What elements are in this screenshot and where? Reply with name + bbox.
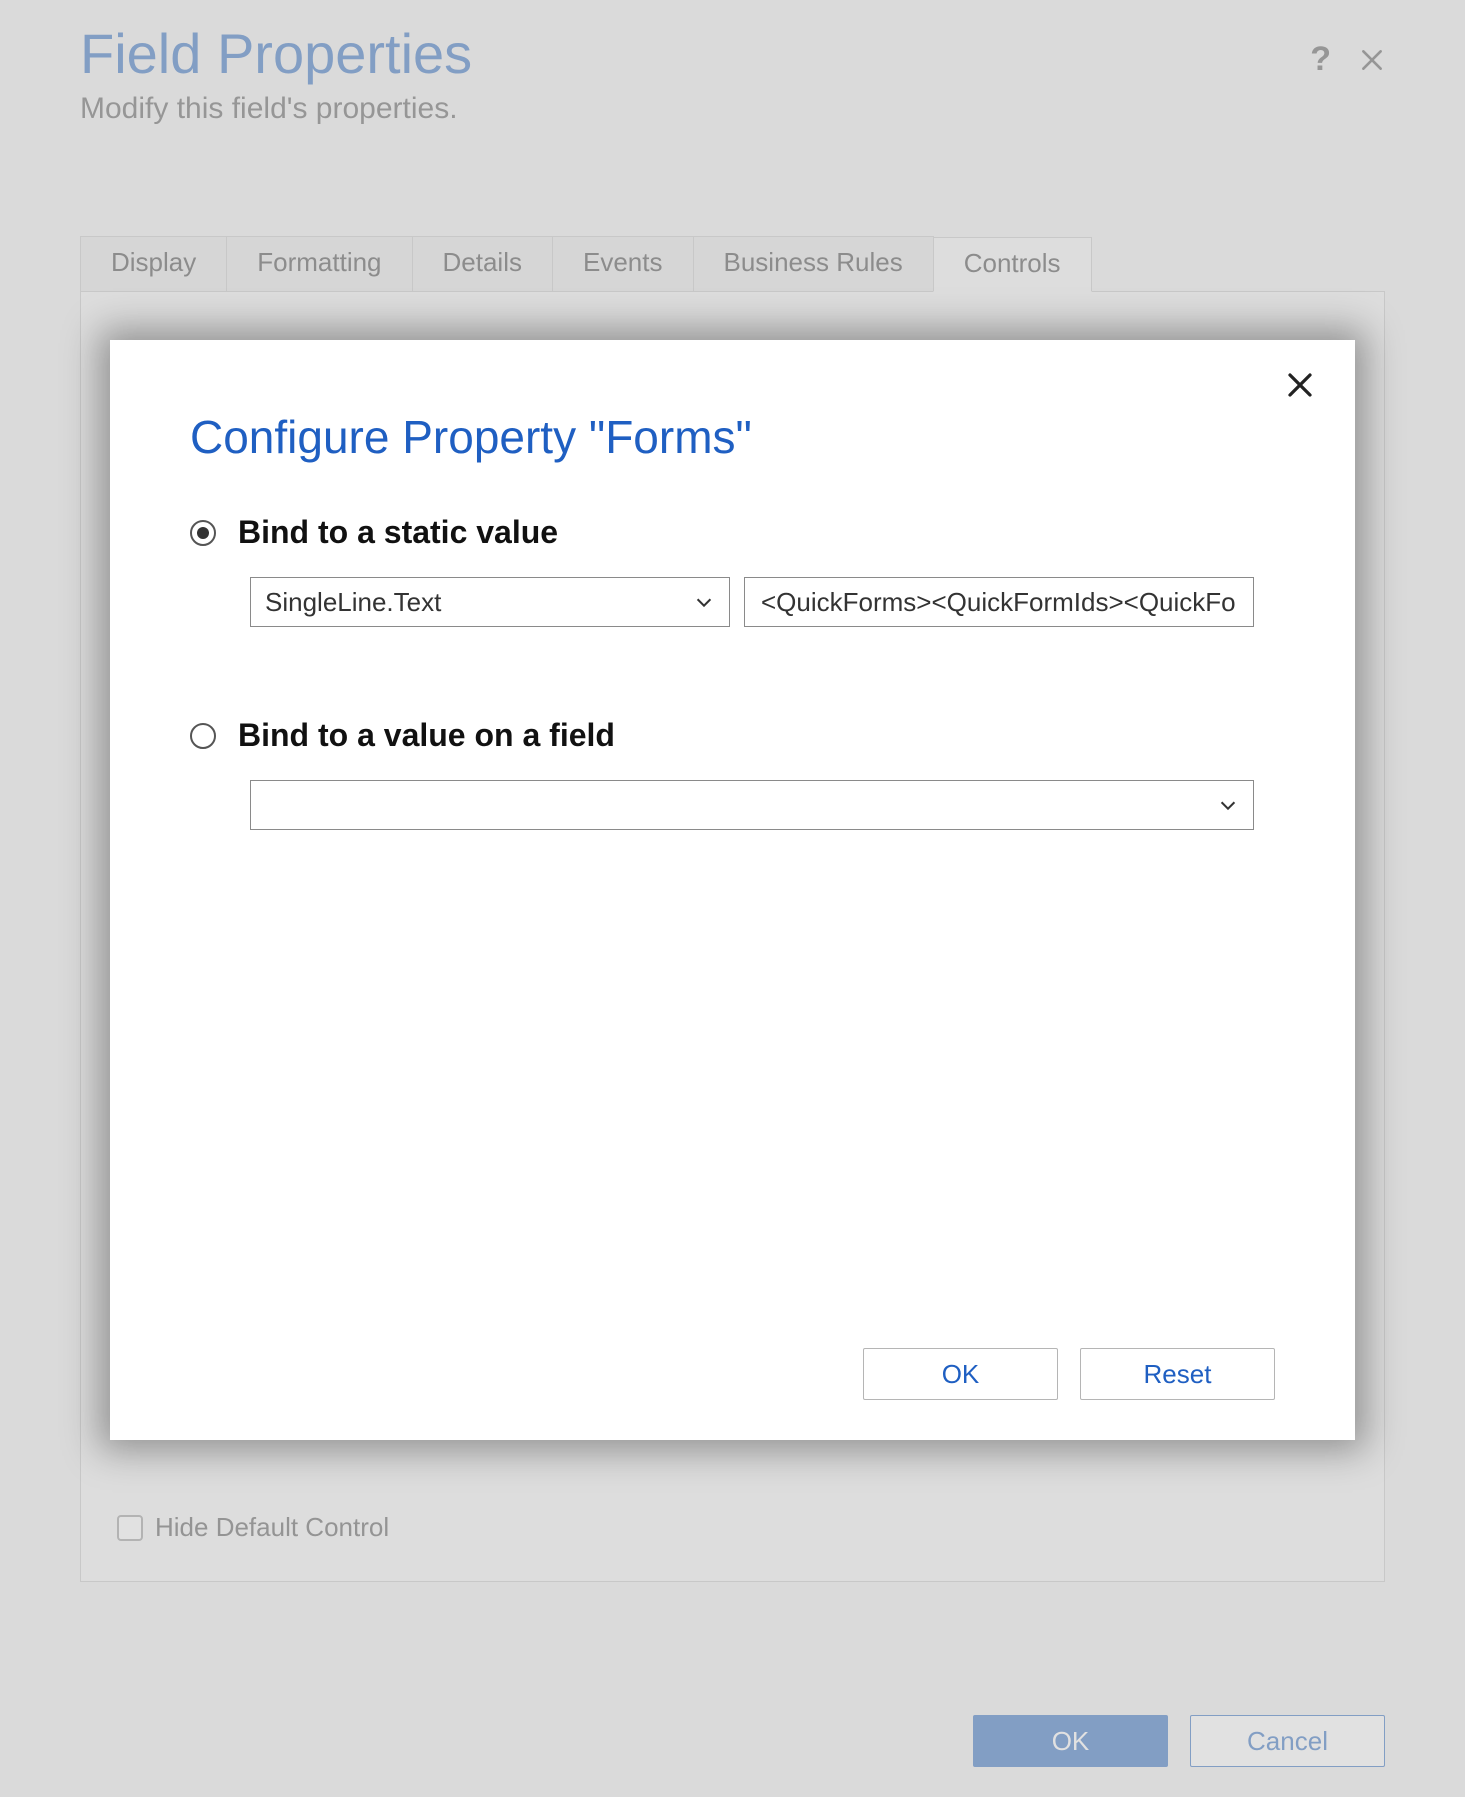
dialog-title: Field Properties <box>80 22 1385 86</box>
hide-default-control-checkbox[interactable] <box>117 1515 143 1541</box>
option-bind-field: Bind to a value on a field <box>190 717 1275 830</box>
static-type-select[interactable]: SingleLine.Text <box>250 577 730 627</box>
tab-strip: Display Formatting Details Events Busine… <box>80 236 1385 292</box>
static-value-input-wrapper <box>744 577 1254 627</box>
modal-title: Configure Property "Forms" <box>190 410 1275 464</box>
modal-ok-button[interactable]: OK <box>863 1348 1058 1400</box>
help-icon[interactable]: ? <box>1310 40 1331 79</box>
radio-bind-field[interactable] <box>190 723 216 749</box>
static-value-input[interactable] <box>759 578 1239 626</box>
tab-display[interactable]: Display <box>80 236 227 291</box>
configure-property-modal: Configure Property "Forms" Bind to a sta… <box>110 340 1355 1440</box>
tab-controls[interactable]: Controls <box>933 237 1092 292</box>
radio-bind-static[interactable] <box>190 520 216 546</box>
modal-footer: OK Reset <box>863 1348 1275 1400</box>
tab-events[interactable]: Events <box>552 236 694 291</box>
option-bind-field-label: Bind to a value on a field <box>238 717 615 754</box>
hide-default-control-row: Hide Default Control <box>117 1512 389 1543</box>
hide-default-control-label: Hide Default Control <box>155 1512 389 1543</box>
dialog-cancel-button[interactable]: Cancel <box>1190 1715 1385 1767</box>
option-bind-static: Bind to a static value SingleLine.Text <box>190 514 1275 627</box>
static-type-select-value: SingleLine.Text <box>265 587 441 618</box>
chevron-down-icon <box>1217 794 1239 816</box>
tab-details[interactable]: Details <box>412 236 553 291</box>
option-bind-static-label: Bind to a static value <box>238 514 558 551</box>
tab-formatting[interactable]: Formatting <box>226 236 412 291</box>
dialog-subtitle: Modify this field's properties. <box>80 92 1385 126</box>
close-icon[interactable] <box>1359 47 1385 73</box>
field-select[interactable] <box>250 780 1254 830</box>
dialog-footer: OK Cancel <box>973 1715 1385 1767</box>
modal-reset-button[interactable]: Reset <box>1080 1348 1275 1400</box>
modal-close-icon[interactable] <box>1285 370 1315 400</box>
tab-business-rules[interactable]: Business Rules <box>693 236 934 291</box>
dialog-header: Field Properties Modify this field's pro… <box>80 0 1385 126</box>
dialog-ok-button[interactable]: OK <box>973 1715 1168 1767</box>
chevron-down-icon <box>693 591 715 613</box>
